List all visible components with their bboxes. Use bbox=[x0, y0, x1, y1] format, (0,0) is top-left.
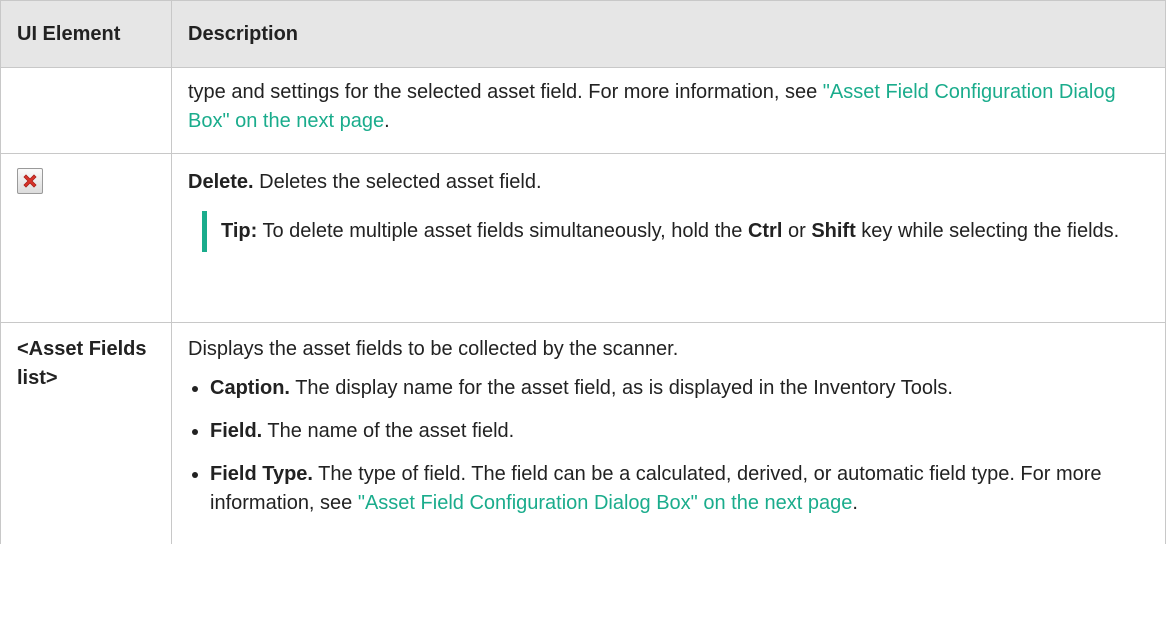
asset-field-list: Caption. The display name for the asset … bbox=[188, 374, 1149, 518]
table-row: Delete. Deletes the selected asset field… bbox=[0, 153, 1166, 323]
tip-note: Tip: To delete multiple asset fields sim… bbox=[202, 211, 1149, 252]
bullet-icon bbox=[192, 472, 198, 478]
ui-element-cell: <Asset Fields list> bbox=[0, 322, 172, 544]
description-text: type and settings for the selected asset… bbox=[172, 68, 1165, 148]
tip-text-post: key while selecting the fields. bbox=[855, 220, 1120, 242]
shift-key: Shift bbox=[811, 220, 856, 242]
bullet-icon bbox=[192, 386, 198, 392]
description-text-post: . bbox=[384, 110, 390, 132]
ui-element-cell bbox=[0, 153, 172, 323]
asset-fields-intro: Displays the asset fields to be collecte… bbox=[188, 338, 679, 360]
ctrl-key: Ctrl bbox=[747, 220, 783, 242]
description-cell: Delete. Deletes the selected asset field… bbox=[171, 153, 1166, 323]
field-term: Field. bbox=[210, 420, 263, 442]
description-cell: type and settings for the selected asset… bbox=[171, 67, 1166, 154]
tip-label: Tip: bbox=[221, 220, 258, 242]
tip-text: To delete multiple asset fields simultan… bbox=[257, 220, 748, 242]
field-desc: The name of the asset field. bbox=[262, 420, 515, 442]
ui-element-cell bbox=[0, 67, 172, 154]
asset-fields-list-label: <Asset Fields list> bbox=[17, 338, 147, 389]
caption-desc: The display name for the asset field, as… bbox=[290, 377, 953, 399]
tip-text-mid: or bbox=[782, 220, 812, 242]
delete-desc: Deletes the selected asset field. bbox=[253, 171, 542, 193]
description-text-pre: type and settings for the selected asset… bbox=[188, 81, 823, 103]
field-type-post: . bbox=[852, 492, 858, 514]
delete-x-icon bbox=[17, 168, 43, 194]
description-cell: Displays the asset fields to be collecte… bbox=[171, 322, 1166, 544]
asset-field-config-link[interactable]: "Asset Field Configuration Dialog Box" o… bbox=[358, 492, 853, 514]
header-ui-element-label: UI Element bbox=[17, 22, 121, 45]
list-item: Field Type. The type of field. The field… bbox=[188, 460, 1149, 518]
delete-description: Delete. Deletes the selected asset field… bbox=[188, 168, 1149, 197]
list-item: Field. The name of the asset field. bbox=[188, 417, 1149, 446]
list-item: Caption. The display name for the asset … bbox=[188, 374, 1149, 403]
table-row: type and settings for the selected asset… bbox=[0, 67, 1166, 154]
bullet-icon bbox=[192, 429, 198, 435]
header-description-label: Description bbox=[188, 22, 299, 45]
table-header-row: UI Element Description bbox=[0, 0, 1166, 68]
caption-term: Caption. bbox=[210, 377, 290, 399]
ui-element-table: UI Element Description type and settings… bbox=[0, 0, 1166, 544]
header-ui-element: UI Element bbox=[0, 0, 172, 68]
field-type-term: Field Type. bbox=[210, 463, 313, 485]
header-description: Description bbox=[171, 0, 1166, 68]
table-row: <Asset Fields list> Displays the asset f… bbox=[0, 322, 1166, 544]
delete-title: Delete. bbox=[188, 171, 254, 193]
